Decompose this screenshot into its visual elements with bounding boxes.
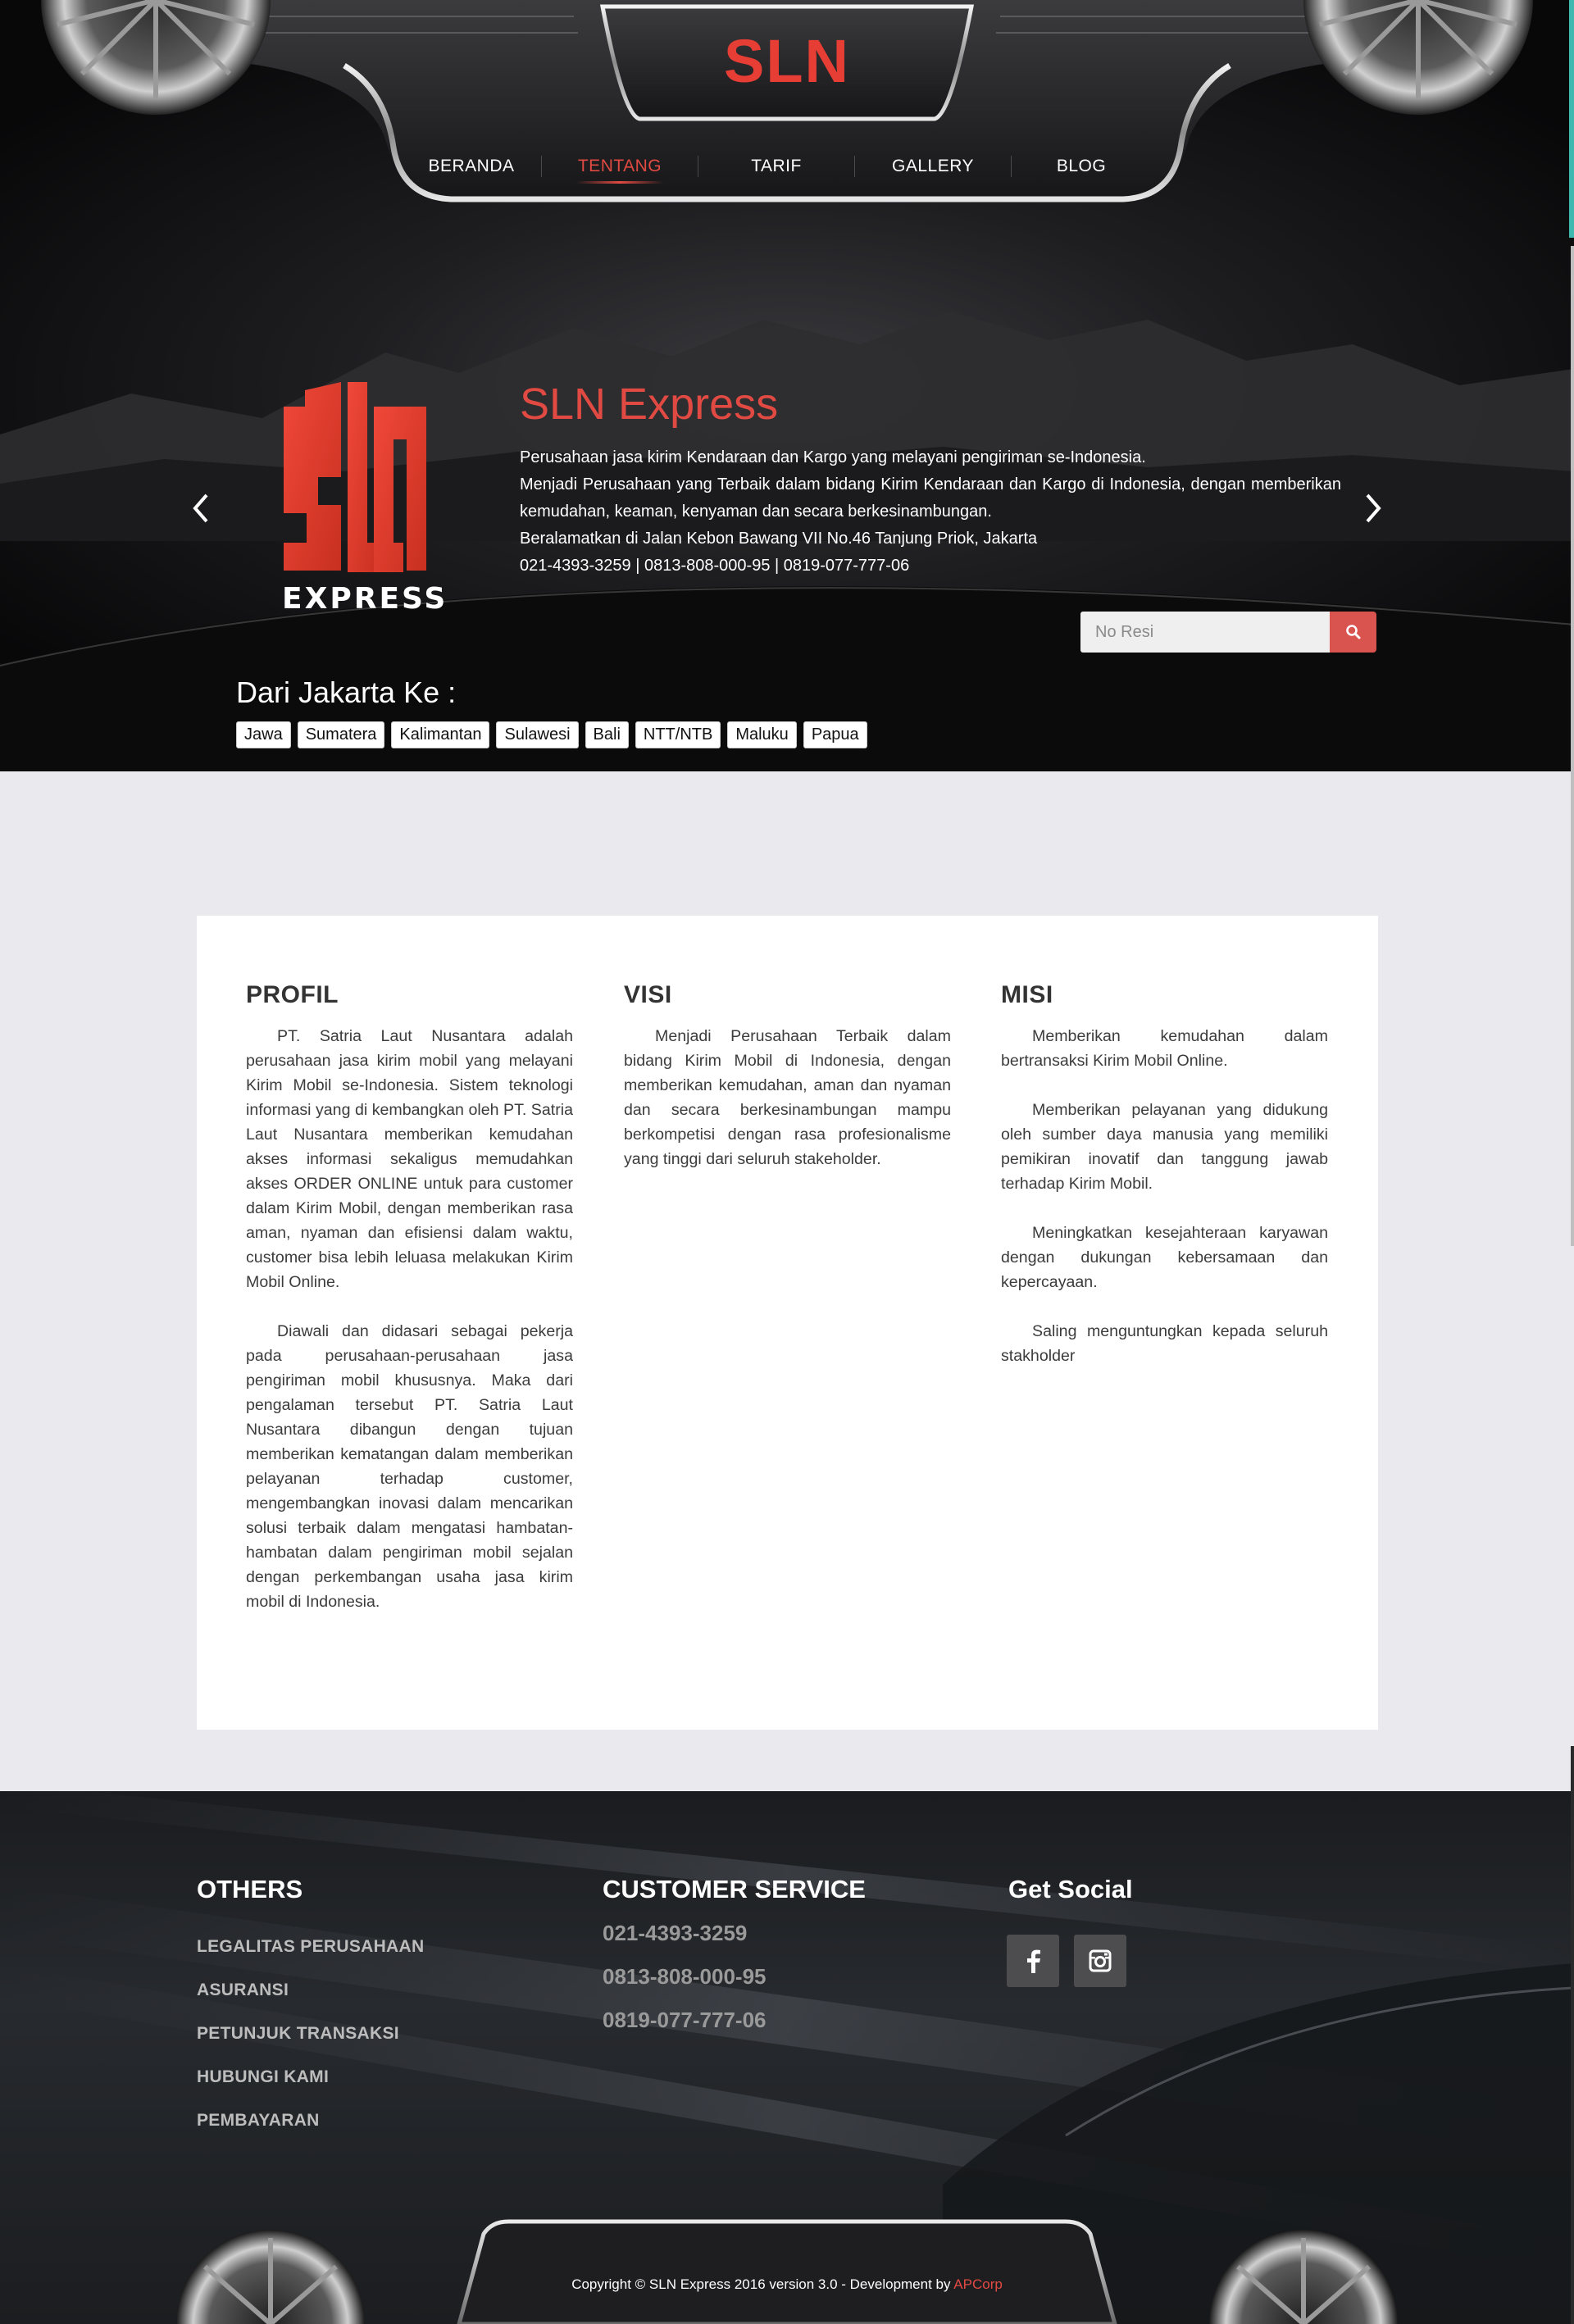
slide-description: Perusahaan jasa kirim Kendaraan dan Karg… [520,444,1341,580]
profil-paragraph: Diawali dan didasari sebagai pekerja pad… [246,1322,573,1611]
hero-section: SLN BERANDA TENTANG TARIF GALLERY BLOG E… [0,0,1574,771]
resi-search-button[interactable] [1330,612,1376,653]
dest-tag-sumatera[interactable]: Sumatera [297,721,385,748]
dest-tag-ntt-ntb[interactable]: NTT/NTB [635,721,721,748]
slide-phones: 021-4393-3259 | 0813-808-000-95 | 0819-0… [520,557,910,575]
facebook-icon [1027,1949,1040,1973]
profil-column: PROFIL PT. Satria Laut Nusantara adalah … [246,981,573,1639]
chevron-right-icon [1366,493,1381,523]
destination-title: Dari Jakarta Ke : [236,675,457,709]
cs-phone: 0813-808-000-95 [603,1964,767,1989]
cs-phone-list: 021-4393-3259 0813-808-000-95 0819-077-7… [603,1921,767,2051]
site-logo[interactable]: SLN [623,26,951,96]
page-scrollbar[interactable] [1569,0,1574,2324]
slider-next-button[interactable] [1358,489,1390,528]
developer-link[interactable]: APCorp [953,2276,1003,2292]
link-pembayaran[interactable]: PEMBAYARAN [197,2111,424,2130]
resi-input[interactable] [1080,612,1330,653]
dest-tag-bali[interactable]: Bali [585,721,629,748]
site-footer: OTHERS LEGALITAS PERUSAHAAN ASURANSI PET… [0,1791,1574,2324]
search-icon [1345,625,1360,639]
nav-beranda[interactable]: BERANDA [402,148,541,185]
dest-tag-sulawesi[interactable]: Sulawesi [496,721,579,748]
social-heading: Get Social [1008,1875,1133,1903]
nav-gallery[interactable]: GALLERY [855,148,1011,185]
slide-line: Menjadi Perusahaan yang Terbaik dalam bi… [520,475,1341,521]
link-petunjuk-transaksi[interactable]: PETUNJUK TRANSAKSI [197,2024,424,2043]
slide-title: SLN Express [520,380,779,429]
others-heading: OTHERS [197,1875,303,1903]
visi-heading: VISI [624,981,672,1008]
copyright-label: Copyright © SLN Express 2016 version 3.0… [571,2276,954,2292]
slider-prev-button[interactable] [184,489,216,528]
profil-heading: PROFIL [246,981,339,1008]
sln-logo-mark [284,382,426,572]
about-content-card: PROFIL PT. Satria Laut Nusantara adalah … [197,916,1378,1730]
nav-tentang[interactable]: TENTANG [542,148,698,185]
misi-heading: MISI [1001,981,1053,1008]
resi-search [1080,612,1376,653]
instagram-icon [1089,1949,1112,1972]
brand-logo-text: EXPRESS [282,582,448,616]
profil-paragraph: PT. Satria Laut Nusantara adalah perusah… [246,1027,573,1291]
link-asuransi[interactable]: ASURANSI [197,1981,424,1999]
instagram-button[interactable] [1074,1935,1126,1987]
chevron-left-icon [193,493,208,523]
dest-tag-papua[interactable]: Papua [803,721,867,748]
facebook-button[interactable] [1007,1935,1059,1987]
cs-phone: 0819-077-777-06 [603,2008,767,2032]
sln-express-logo: EXPRESS [282,382,448,616]
misi-paragraph: Memberikan pelayanan yang didukung oleh … [1001,1101,1328,1193]
main-nav: BERANDA TENTANG TARIF GALLERY BLOG [402,148,1164,185]
misi-paragraph: Meningkatkan kesejahteraan karyawan deng… [1001,1224,1328,1291]
cs-phone: 021-4393-3259 [603,1921,748,1945]
nav-blog[interactable]: BLOG [1012,148,1151,185]
slide-line: Perusahaan jasa kirim Kendaraan dan Karg… [520,448,1146,466]
destination-tags: Jawa Sumatera Kalimantan Sulawesi Bali N… [236,721,867,748]
dest-tag-kalimantan[interactable]: Kalimantan [391,721,490,748]
slide-address: Beralamatkan di Jalan Kebon Bawang VII N… [520,530,1038,548]
misi-paragraph: Memberikan kemudahan dalam bertransaksi … [1001,1027,1328,1070]
misi-paragraph: Saling menguntungkan kepada seluruh stak… [1001,1322,1328,1365]
social-links [1007,1935,1126,1987]
visi-paragraph: Menjadi Perusahaan Terbaik dalam bidang … [624,1027,951,1168]
dest-tag-maluku[interactable]: Maluku [727,721,797,748]
dest-tag-jawa[interactable]: Jawa [236,721,291,748]
misi-column: MISI Memberikan kemudahan dalam bertrans… [1001,981,1328,1393]
link-legalitas[interactable]: LEGALITAS PERUSAHAAN [197,1937,424,1956]
cs-heading: CUSTOMER SERVICE [603,1875,866,1903]
nav-tarif[interactable]: TARIF [698,148,854,185]
others-links: LEGALITAS PERUSAHAAN ASURANSI PETUNJUK T… [197,1937,424,2154]
visi-column: VISI Menjadi Perusahaan Terbaik dalam bi… [624,981,951,1196]
link-hubungi-kami[interactable]: HUBUNGI KAMI [197,2067,424,2086]
copyright-text: Copyright © SLN Express 2016 version 3.0… [459,2276,1115,2293]
